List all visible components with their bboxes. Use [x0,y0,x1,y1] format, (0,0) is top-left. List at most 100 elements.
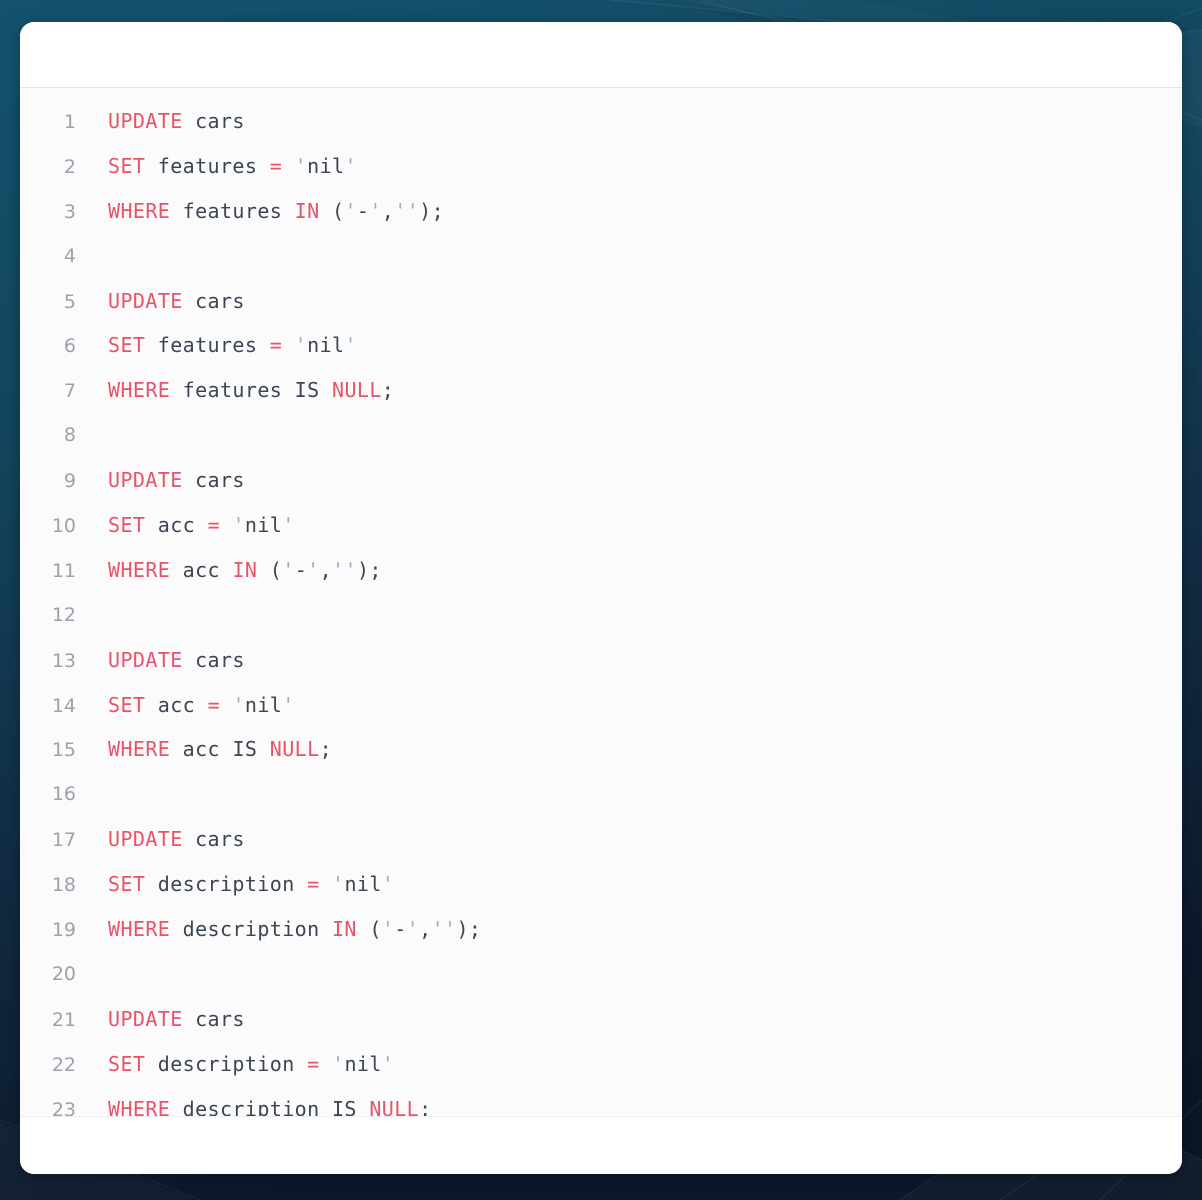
code-line-text: SET description = 'nil' [92,1042,394,1087]
token-q: '' [394,198,420,223]
line-number: 4 [63,244,76,267]
line-number: 3 [63,200,76,223]
code-line[interactable]: 9 UPDATE cars [20,458,1182,503]
token-q: ' [294,153,308,178]
token-punc [320,872,332,896]
code-line-text: WHERE features IS NULL; [92,368,394,413]
token-punc [183,827,195,851]
token-punc [282,154,294,178]
token-op: = [207,513,221,538]
line-number: 21 [51,1008,76,1031]
line-number: 2 [63,155,76,178]
code-line[interactable]: 23 WHERE description IS NULL; [20,1087,1182,1117]
token-id: description [182,1096,320,1117]
token-punc: ; [319,737,333,762]
code-line[interactable]: 4 [20,234,1182,279]
code-line[interactable]: 14 SET acc = 'nil' [20,683,1182,728]
token-kw: SET [108,1051,146,1076]
token-punc [257,737,269,761]
token-op: = [307,1051,320,1076]
code-line[interactable]: 19 WHERE description IN ('-',''); [20,907,1182,952]
token-q: ' [282,513,295,538]
token-q: ' [381,1051,395,1076]
token-id: acc [157,692,196,717]
code-line-text: UPDATE cars [92,99,245,144]
token-punc [195,513,207,537]
token-str: - [356,198,370,223]
code-line-text: SET acc = 'nil' [92,503,295,548]
code-line[interactable]: 2 SET features = 'nil' [20,144,1182,189]
token-punc [170,378,182,402]
token-punc [357,1097,369,1116]
code-line[interactable]: 16 [20,772,1182,817]
code-line[interactable]: 15 WHERE acc IS NULL; [20,727,1182,772]
token-str: nil [307,153,345,178]
code-line[interactable]: 21 UPDATE cars [20,997,1182,1042]
token-punc [320,378,332,402]
card-header [20,22,1182,87]
token-kw: SET [108,692,146,717]
token-punc [145,1052,157,1076]
code-card: 1 UPDATE cars 2 SET features = 'nil' 3 WHERE … [20,22,1182,1174]
line-number: 16 [51,783,76,806]
token-kw: WHERE [108,378,171,403]
token-str: nil [307,333,345,358]
token-id: description [157,872,295,897]
line-number: 15 [51,739,76,762]
line-number: 12 [51,603,76,626]
token-punc [145,513,157,537]
line-number: 5 [63,290,76,313]
token-punc: ; [419,1096,432,1117]
token-punc [183,1007,195,1031]
token-punc [220,513,232,537]
code-line[interactable]: 22 SET description = 'nil' [20,1042,1182,1087]
token-punc [320,917,332,941]
token-id: cars [195,827,245,852]
code-line[interactable]: 6 SET features = 'nil' [20,323,1182,368]
code-line-text: WHERE acc IS NULL; [92,727,332,772]
code-line-text: UPDATE cars [92,638,245,683]
token-punc [183,468,195,492]
code-line[interactable]: 20 [20,952,1182,997]
token-q: ' [294,333,308,358]
token-punc [183,109,195,133]
code-line[interactable]: 17 UPDATE cars [20,817,1182,862]
token-punc: , [319,557,333,582]
token-q: ' [332,1051,345,1076]
token-kw: UPDATE [108,468,183,493]
token-punc: , [381,198,395,223]
code-line-text: WHERE features IN ('-',''); [92,189,444,234]
code-line[interactable]: 8 [20,413,1182,458]
sql-code-block[interactable]: 1 UPDATE cars 2 SET features = 'nil' 3 WHERE … [20,87,1182,1117]
token-kw: SET [108,513,146,538]
code-line[interactable]: 11 WHERE acc IN ('-',''); [20,548,1182,593]
code-line[interactable]: 18 SET description = 'nil' [20,862,1182,907]
token-punc [170,199,182,223]
token-q: ' [381,872,395,897]
code-line[interactable]: 1 UPDATE cars [20,99,1182,144]
token-punc [320,1052,332,1076]
code-line[interactable]: 5 UPDATE cars [20,279,1182,324]
code-line[interactable]: 3 WHERE features IN ('-',''); [20,189,1182,234]
token-punc: ); [456,917,482,942]
code-line[interactable]: 12 [20,593,1182,638]
line-number: 13 [51,649,76,672]
code-line[interactable]: 10 SET acc = 'nil' [20,503,1182,548]
token-kw: IN [232,557,258,582]
token-q: ' [344,333,357,358]
token-q: ' [232,692,245,717]
token-id: features [182,198,283,223]
code-line[interactable]: 7 WHERE features IS NULL; [20,368,1182,413]
token-kw: WHERE [108,737,171,762]
token-op: = [207,692,221,717]
token-kw: UPDATE [108,109,183,133]
token-id: cars [195,647,245,672]
token-kw: UPDATE [108,827,183,852]
token-id: acc [157,513,196,538]
token-punc: ( [356,917,382,942]
token-punc [170,558,182,582]
token-punc [220,693,232,717]
token-punc [220,558,232,582]
code-line[interactable]: 13 UPDATE cars [20,638,1182,683]
token-id: cars [195,468,245,493]
